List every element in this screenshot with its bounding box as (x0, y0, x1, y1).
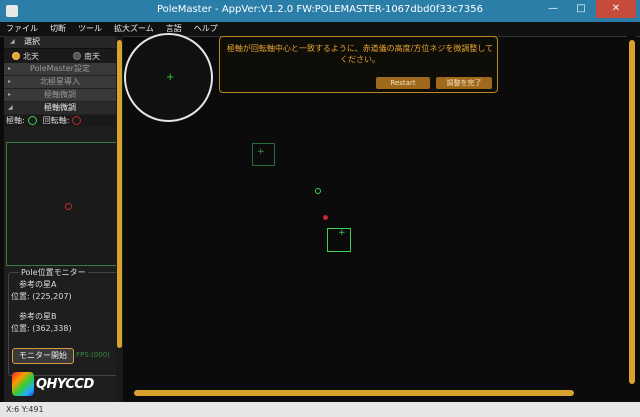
star-b-position: 位置: (362,338) (11, 324, 72, 333)
menu-help[interactable]: ヘルプ (188, 22, 224, 36)
close-button[interactable]: ✕ (596, 0, 636, 18)
logo-mark-icon (12, 372, 34, 396)
radio-north-label: 北天 (23, 51, 39, 61)
expand-triangle-icon: ▸ (8, 65, 12, 72)
reference-star-box-a: + (252, 143, 275, 166)
star-b-label: 参考の星B (19, 312, 57, 321)
title-bar: PoleMaster - AppVer:V1.2.0 FW:POLEMASTER… (0, 0, 640, 22)
qhyccd-logo: QHYCCD (12, 372, 112, 398)
monitor-legend: Pole位置モニター (19, 267, 88, 278)
main-horizontal-scroll-thumb[interactable] (134, 390, 574, 396)
hemisphere-selector: 北天 南天 (4, 49, 116, 63)
instruction-panel: 極軸が回転軸中心と一致するように、赤道儀の高度/方位ネジを微調整してください。 … (219, 36, 498, 93)
select-header-label: 選択 (24, 37, 40, 46)
crosshair-icon: + (338, 228, 346, 238)
finish-adjust-button[interactable]: 調整を完了 (436, 77, 492, 89)
magnifier-circle: + (124, 33, 213, 122)
sidebar-item-polar-adjust-1[interactable]: ▸ 極軸微調 (4, 89, 116, 102)
collapse-triangle-icon: ◢ (8, 104, 13, 111)
star-a-label: 参考の星A (19, 280, 57, 289)
collapse-triangle-icon: ◢ (10, 38, 15, 45)
instruction-text: 極軸が回転軸中心と一致するように、赤道儀の高度/方位ネジを微調整してください。 (226, 44, 494, 64)
green-ring-icon (27, 116, 37, 125)
sidebar-item-polar-adjust-2[interactable]: ◢ 極軸微調 (4, 102, 116, 115)
rotation-center-marker (65, 203, 72, 210)
start-monitor-button[interactable]: モニター開始 (12, 348, 74, 364)
radio-north[interactable]: 北天 (12, 51, 39, 62)
select-header[interactable]: ◢ 選択 (4, 36, 116, 49)
restart-button[interactable]: Restart (376, 77, 430, 89)
menu-tools[interactable]: ツール (72, 22, 108, 36)
rotation-axis-label: 回転軸: (42, 116, 70, 125)
radio-south-label: 南天 (84, 51, 100, 61)
menu-bar: ファイル 切断 ツール 拡大ズーム 言語 ヘルプ (0, 22, 640, 37)
reference-star-box-b: + (327, 228, 351, 252)
sidebar: ◢ 選択 北天 南天 ▸ PoleMaster設定 ▸ 北極星導入 ▸ 極軸微調… (4, 36, 116, 402)
radio-dot-icon (73, 52, 81, 60)
zoom-preview (6, 142, 116, 266)
maximize-button[interactable]: □ (568, 0, 594, 18)
radio-south[interactable]: 南天 (73, 51, 100, 62)
minimize-button[interactable]: — (540, 0, 566, 18)
menu-zoom[interactable]: 拡大ズーム (108, 22, 160, 36)
status-bar: X:6 Y:491 (0, 402, 640, 417)
menu-disconnect[interactable]: 切断 (44, 22, 72, 36)
sidebar-scroll-thumb[interactable] (117, 40, 122, 348)
menu-file[interactable]: ファイル (0, 22, 44, 36)
crosshair-icon: + (166, 72, 175, 83)
sidebar-item-label: 極軸微調 (44, 103, 76, 112)
rotation-axis-marker (323, 215, 328, 220)
sidebar-item-polemaster-settings[interactable]: ▸ PoleMaster設定 (4, 63, 116, 76)
main-vertical-scrollbar[interactable] (627, 36, 636, 390)
axis-legend-row: 極軸: 回転軸: (4, 115, 116, 126)
sidebar-item-label: 北極星導入 (40, 77, 80, 86)
star-a-position: 位置: (225,207) (11, 292, 72, 301)
sidebar-item-polaris-align[interactable]: ▸ 北極星導入 (4, 76, 116, 89)
sidebar-item-label: PoleMaster設定 (30, 64, 90, 73)
cursor-coordinates: X:6 Y:491 (6, 405, 44, 414)
radio-dot-icon (12, 52, 20, 60)
logo-text: QHYCCD (36, 377, 94, 392)
main-horizontal-scrollbar[interactable] (126, 388, 626, 397)
main-vertical-scroll-thumb[interactable] (629, 40, 635, 384)
expand-triangle-icon: ▸ (8, 78, 12, 85)
sidebar-scrollbar[interactable] (116, 36, 123, 402)
monitor-status: FPS:(000) (76, 351, 110, 359)
polar-axis-label: 極軸: (6, 116, 25, 125)
sidebar-item-label: 極軸微調 (44, 90, 76, 99)
red-ring-icon (72, 116, 82, 125)
polar-axis-marker (315, 188, 321, 194)
crosshair-icon: + (257, 147, 265, 157)
expand-triangle-icon: ▸ (8, 91, 12, 98)
